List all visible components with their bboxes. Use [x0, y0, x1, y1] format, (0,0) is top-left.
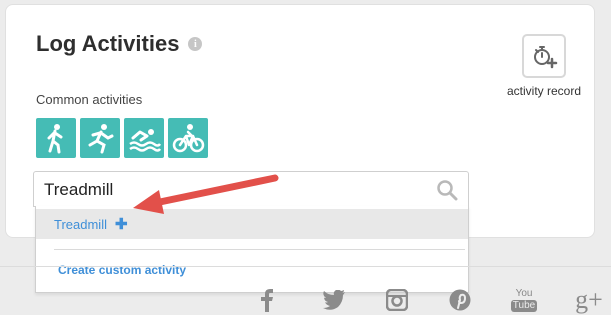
- google-plus-icon[interactable]: g+: [572, 285, 606, 314]
- running-icon: [88, 124, 114, 154]
- common-activities-label: Common activities: [36, 92, 143, 107]
- pinterest-icon[interactable]: [447, 286, 473, 314]
- facebook-icon[interactable]: [256, 286, 278, 314]
- swimming-activity-button[interactable]: [124, 118, 164, 158]
- twitter-icon[interactable]: [320, 286, 348, 314]
- page-title: Log Activities i: [36, 31, 203, 57]
- info-icon[interactable]: i: [188, 37, 203, 51]
- search-icon[interactable]: [436, 179, 458, 201]
- activity-record-label: activity record: [506, 84, 582, 98]
- stopwatch-plus-icon: [534, 46, 558, 69]
- footer-divider: [0, 266, 611, 267]
- search-suggestions-dropdown: Treadmill ✚ Create custom activity: [35, 206, 469, 293]
- dropdown-divider: [54, 249, 465, 250]
- page-title-text: Log Activities: [36, 31, 180, 56]
- suggestion-label: Treadmill: [54, 216, 107, 232]
- activity-search-input[interactable]: [42, 176, 426, 204]
- swimming-icon: [129, 129, 161, 152]
- walking-activity-button[interactable]: [36, 118, 76, 158]
- youtube-icon-text-bottom: Tube: [510, 299, 538, 312]
- walking-icon: [47, 124, 63, 154]
- activity-record-button[interactable]: [522, 34, 566, 78]
- suggestion-item-treadmill[interactable]: Treadmill ✚: [36, 209, 468, 239]
- activity-search-box: [33, 171, 469, 207]
- cycling-icon: [172, 124, 205, 153]
- cycling-activity-button[interactable]: [168, 118, 208, 158]
- common-activities-list: [36, 118, 208, 158]
- plus-icon[interactable]: ✚: [115, 215, 128, 233]
- instagram-icon[interactable]: [384, 286, 410, 314]
- youtube-icon[interactable]: You Tube: [510, 286, 538, 314]
- running-activity-button[interactable]: [80, 118, 120, 158]
- activity-record: activity record: [494, 34, 594, 98]
- youtube-icon-text-top: You: [515, 287, 533, 299]
